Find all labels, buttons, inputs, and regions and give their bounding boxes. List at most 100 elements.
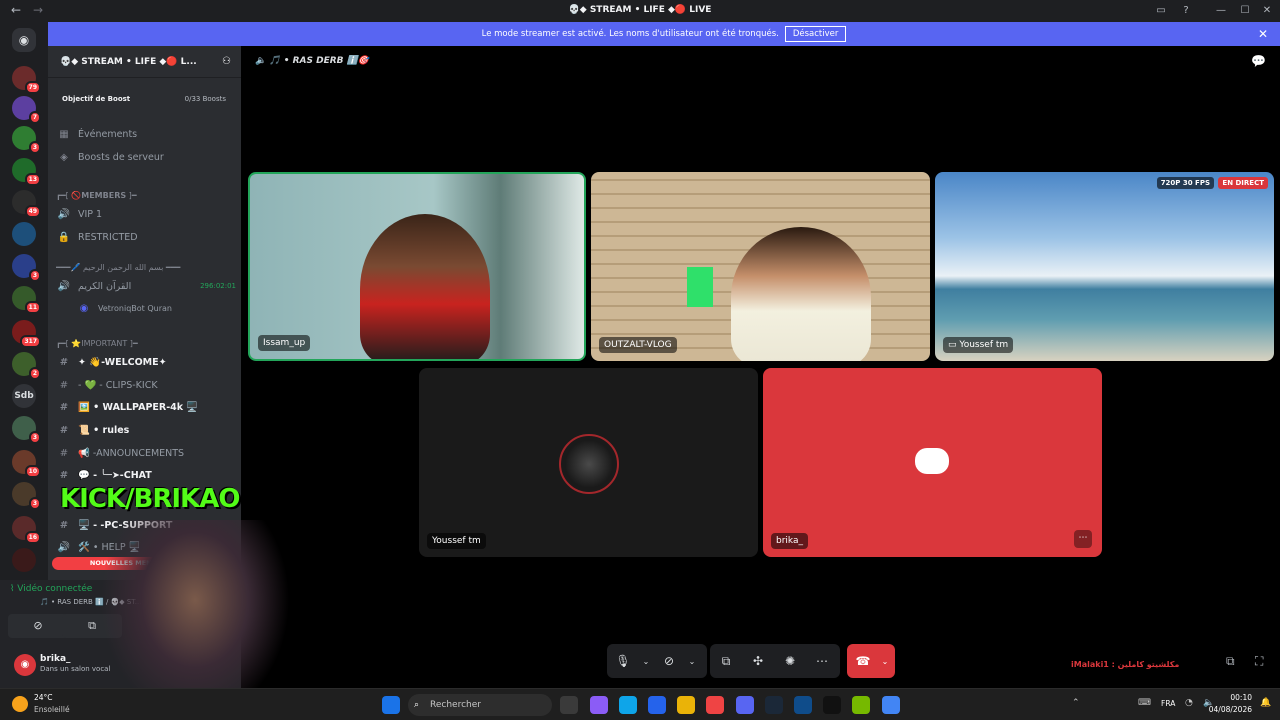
chat-bubble-icon[interactable]: 💬 <box>1251 54 1266 68</box>
close-icon[interactable]: ✕ <box>1258 27 1268 41</box>
chevron-down-icon[interactable]: ⌄ <box>639 657 653 666</box>
minimize-button[interactable]: — <box>1212 3 1230 19</box>
video-tile[interactable]: Issam_up <box>248 172 586 361</box>
channel-welcome[interactable]: # ✦ 👋-WELCOME✦ <box>56 352 236 372</box>
store-icon[interactable] <box>648 696 666 714</box>
video-tile[interactable]: brika_ ⋯ <box>763 368 1102 557</box>
live-badge: EN DIRECT <box>1218 177 1268 189</box>
category-quran[interactable]: ━━━🖊️ بسم الله الرحمن الرحيم ━━━ <box>56 257 236 277</box>
clock-date[interactable]: 04/08/2026 <box>1207 705 1252 714</box>
participant-name: Issam_up <box>258 335 311 351</box>
boost-label: Objectif de Boost <box>62 95 131 103</box>
add-member-icon[interactable]: ⚇ <box>222 56 231 67</box>
popout-icon[interactable]: ⧉ <box>1226 654 1235 669</box>
channel-restricted[interactable]: 🔒 RESTRICTED <box>56 227 236 247</box>
edge-icon[interactable] <box>619 696 637 714</box>
channel-wallpaper[interactable]: # 🖼️ • WALLPAPER-4k 🖥️ <box>56 397 236 417</box>
server-icon[interactable]: Sdb <box>12 384 36 408</box>
server-icon[interactable]: 7 <box>12 96 41 124</box>
channel-chat[interactable]: # 💬 - ╰─➤-CHAT <box>56 465 236 485</box>
camera-off-icon[interactable]: ⊘ <box>8 614 68 638</box>
server-icon[interactable]: 3 <box>12 416 41 444</box>
search-icon: ⌕ <box>414 700 420 710</box>
server-icon[interactable]: 13 <box>12 158 41 186</box>
disable-streamer-button[interactable]: Désactiver <box>784 26 847 42</box>
language-indicator[interactable]: FRA <box>1161 699 1175 708</box>
participant-video <box>731 227 871 361</box>
server-icon[interactable]: 3 <box>12 482 41 510</box>
windows-start-icon[interactable] <box>382 696 400 714</box>
server-icon[interactable]: 3 <box>12 254 41 282</box>
maximize-button[interactable]: ☐ <box>1236 3 1254 19</box>
boost-goal[interactable]: Objectif de Boost 0/33 Boosts <box>56 90 232 108</box>
server-icon[interactable] <box>12 222 36 246</box>
weather-temp: 24°C <box>34 693 53 702</box>
brave-icon[interactable] <box>706 696 724 714</box>
server-icon[interactable]: 3 <box>12 126 41 154</box>
activities-icon[interactable]: ✣ <box>742 654 774 668</box>
more-icon[interactable]: ⋯ <box>1074 530 1092 548</box>
voice-connected-status[interactable]: ⌇ Vidéo connectée <box>10 584 92 594</box>
copilot-icon[interactable] <box>590 696 608 714</box>
video-tile[interactable]: Youssef tm <box>419 368 758 557</box>
server-icon[interactable]: 11 <box>12 286 41 314</box>
server-header[interactable]: 💀◆ STREAM • LIFE ◆🔴 L... ⚇ <box>48 46 241 78</box>
inbox-icon[interactable]: ▭ <box>1152 3 1170 19</box>
more-options-icon[interactable]: ⋯ <box>806 654 838 668</box>
ea-icon[interactable] <box>794 696 812 714</box>
screen-icon: ▭ <box>948 340 957 350</box>
watermark-text: iMalaki1 : مكلشيتو كاملين <box>1071 660 1180 669</box>
file-explorer-icon[interactable] <box>677 696 695 714</box>
avatar[interactable]: ◉ <box>14 654 36 676</box>
signal-icon: ⌇ <box>10 584 15 594</box>
discord-home-icon[interactable]: ◉ <box>12 28 36 52</box>
server-icon[interactable]: 49 <box>12 190 41 218</box>
channel-rules[interactable]: # 📜 • rules <box>56 420 236 440</box>
server-icon[interactable] <box>12 548 36 572</box>
channel-boosts[interactable]: ◈ Boosts de serveur <box>56 147 236 167</box>
channel-quran[interactable]: 🔊 القرآن الكريم 296:02:01 <box>56 276 236 296</box>
microphone-icon[interactable]: 🎙 <box>607 654 639 668</box>
notifications-icon[interactable]: 🔔 <box>1260 698 1271 708</box>
channel-events[interactable]: ▦ Événements <box>56 124 236 144</box>
server-icon[interactable]: 2 <box>12 352 41 380</box>
chevron-down-icon[interactable]: ⌄ <box>879 657 891 666</box>
category-members[interactable]: ┏━[ 🚫𝗠𝗘𝗠𝗕𝗘𝗥𝗦 ]━ <box>56 185 236 205</box>
soundboard-icon[interactable]: ✺ <box>774 654 806 668</box>
help-icon[interactable]: ? <box>1177 3 1195 19</box>
server-icon[interactable]: 16 <box>12 516 41 544</box>
username: brika_ <box>40 654 71 664</box>
obs-icon[interactable] <box>823 696 841 714</box>
category-important[interactable]: ┏━[ ⭐IMPORTANT ]━ <box>56 333 236 353</box>
channel-vip[interactable]: 🔊 VIP 1 <box>56 204 236 224</box>
voice-timer: 296:02:01 <box>200 282 236 290</box>
task-view-icon[interactable] <box>560 696 578 714</box>
voice-stage: 🔈 🎵 • RAS DERB ℹ️🎯 💬 Issam_up OUTZALT-VL… <box>241 46 1280 688</box>
lock-icon: 🔒 <box>57 231 71 243</box>
chrome-icon[interactable] <box>882 696 900 714</box>
taskbar-search[interactable]: Rechercher <box>408 694 552 716</box>
screen-share-icon[interactable]: ⧉ <box>710 654 742 669</box>
close-window-button[interactable]: ✕ <box>1258 3 1276 19</box>
server-icon[interactable]: 317 <box>12 320 41 348</box>
screen-share-tile[interactable]: 720P 30 FPS EN DIRECT ▭ Youssef tm <box>935 172 1274 361</box>
participant-name: Youssef tm <box>427 533 486 549</box>
video-tile[interactable]: OUTZALT-VLOG <box>591 172 930 361</box>
steam-icon[interactable] <box>765 696 783 714</box>
hashtag-icon: # <box>59 447 69 459</box>
channel-clips[interactable]: # - 💚 - CLIPS-KICK <box>56 375 236 395</box>
bot-avatar-icon: ◉ <box>79 302 89 314</box>
voice-user-bot[interactable]: ◉ VetroniqBot Quran <box>76 298 256 318</box>
nvidia-icon[interactable] <box>852 696 870 714</box>
clock-time[interactable]: 00:10 <box>1222 693 1252 702</box>
channel-announcements[interactable]: # 📢 -ANNOUNCEMENTS <box>56 443 236 463</box>
chevron-up-icon[interactable]: ⌃ <box>1072 698 1080 708</box>
fullscreen-icon[interactable]: ⛶ <box>1255 654 1263 669</box>
disconnect-button[interactable]: ☎ ⌄ <box>847 644 895 678</box>
discord-icon[interactable] <box>736 696 754 714</box>
chevron-down-icon[interactable]: ⌄ <box>685 657 699 666</box>
server-icon[interactable]: 79 <box>12 66 41 94</box>
server-icon[interactable]: 10 <box>12 450 41 478</box>
wifi-icon[interactable]: ◔ <box>1185 698 1193 708</box>
camera-off-icon[interactable]: ⊘ <box>653 654 685 668</box>
